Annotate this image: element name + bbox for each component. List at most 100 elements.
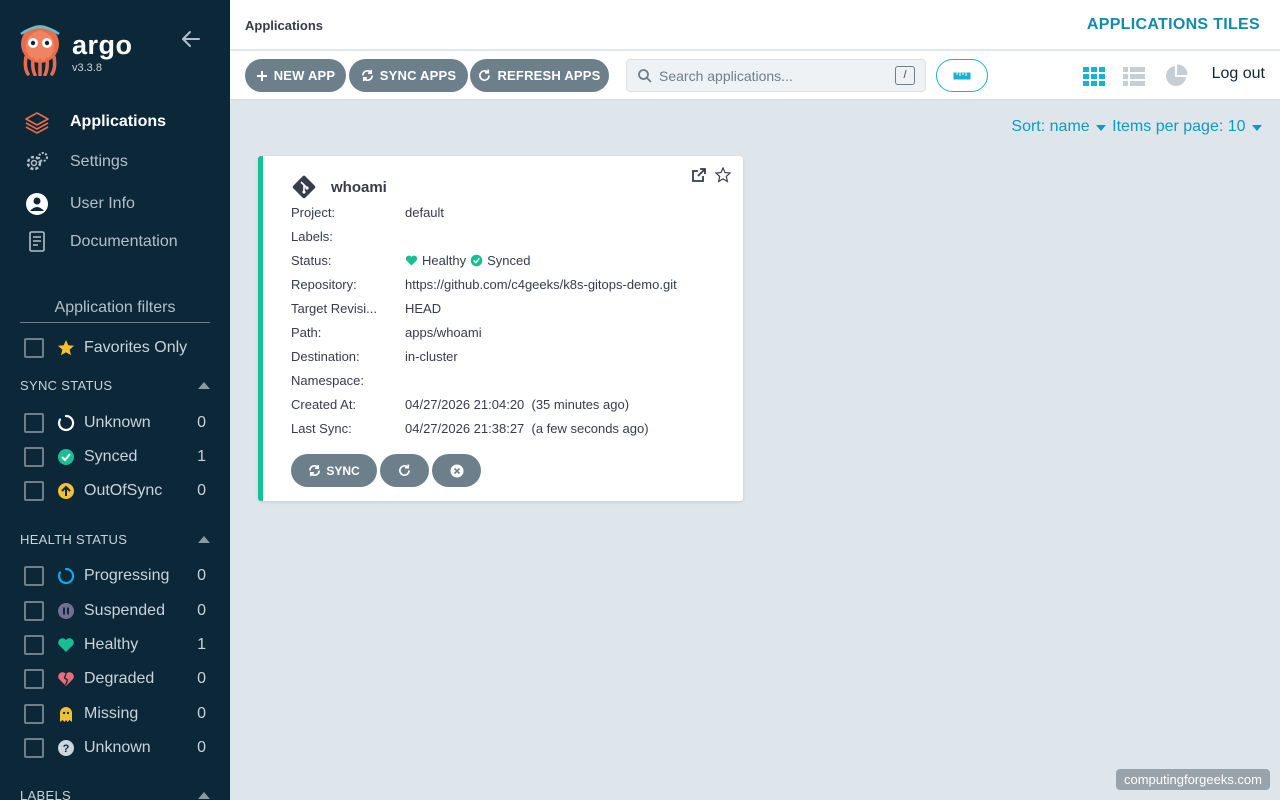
field-key: Target Revisi... <box>291 300 377 316</box>
checkbox[interactable] <box>24 566 44 586</box>
favorites-filter[interactable]: Favorites Only <box>24 337 187 359</box>
filter-toggle-button[interactable] <box>936 59 988 92</box>
filter-count: 0 <box>197 602 206 619</box>
field-key: Namespace: <box>291 372 364 388</box>
argo-logo-icon[interactable] <box>18 24 62 76</box>
app-sync-button[interactable]: SYNC <box>291 454 377 487</box>
checkbox[interactable] <box>24 704 44 724</box>
filter-label: OutOfSync <box>84 482 163 499</box>
field-value: apps/whoami <box>405 324 482 340</box>
heart-icon <box>405 255 418 266</box>
nav-settings[interactable]: Settings <box>24 150 128 174</box>
filter-health-suspended[interactable]: Suspended 0 <box>24 600 206 622</box>
sync-apps-label: SYNC APPS <box>379 68 457 83</box>
filter-label: Synced <box>84 448 138 465</box>
filter-label: Progressing <box>84 567 170 584</box>
filter-health-degraded[interactable]: Degraded 0 <box>24 668 206 690</box>
field-created-at: Created At: 04/27/2026 21:04:20 (35 minut… <box>291 396 629 412</box>
app-tile-actions <box>691 167 731 183</box>
search-icon <box>638 68 652 83</box>
search-input[interactable] <box>659 67 879 84</box>
sort-label: Sort: name <box>1011 118 1090 135</box>
filter-health-unknown[interactable]: ? Unknown 0 <box>24 737 206 759</box>
sync-icon <box>361 69 373 82</box>
filter-health-missing[interactable]: Missing 0 <box>24 703 206 725</box>
nav-label: Applications <box>70 113 167 130</box>
favorites-label: Favorites Only <box>84 339 188 356</box>
git-icon <box>292 175 316 199</box>
filter-sync-unknown[interactable]: Unknown 0 <box>24 412 206 434</box>
filter-health-progressing[interactable]: Progressing 0 <box>24 565 206 587</box>
field-key: Path: <box>291 324 322 340</box>
nav-documentation[interactable]: Documentation <box>24 230 178 254</box>
new-app-button[interactable]: NEW APP <box>245 59 346 92</box>
sync-status: Synced <box>487 252 531 268</box>
sync-apps-button[interactable]: SYNC APPS <box>349 59 468 92</box>
filter-count: 0 <box>197 414 206 431</box>
checkbox[interactable] <box>24 635 44 655</box>
external-link-icon[interactable] <box>691 167 707 183</box>
breadcrumb[interactable]: Applications <box>245 18 323 33</box>
sync-status-title: SYNC STATUS <box>20 378 113 393</box>
field-target-revision: Target Revisi... HEAD <box>291 300 441 316</box>
pause-circle-icon <box>57 602 75 620</box>
star-outline-icon[interactable] <box>715 167 731 183</box>
logout-link[interactable]: Log out <box>1212 65 1265 83</box>
list-view-icon[interactable] <box>1122 64 1146 88</box>
app-refresh-button[interactable] <box>380 454 429 487</box>
caret-up-icon[interactable] <box>198 792 210 799</box>
layers-icon <box>24 110 50 134</box>
filter-sync-synced[interactable]: Synced 1 <box>24 446 206 468</box>
checkbox[interactable] <box>24 447 44 467</box>
repository-link[interactable]: https://github.com/c4geeks/k8s-gitops-de… <box>405 277 677 292</box>
items-per-page-dropdown[interactable]: Items per page: 10 <box>1112 118 1264 136</box>
health-status-header[interactable]: HEALTH STATUS <box>20 532 210 547</box>
field-key: Last Sync: <box>291 420 352 436</box>
nav-applications[interactable]: Applications <box>24 110 166 134</box>
field-value: 04/27/2026 21:38:27 (a few seconds ago) <box>405 420 649 436</box>
field-destination: Destination: in-cluster <box>291 348 458 364</box>
checkbox[interactable] <box>24 669 44 689</box>
items-per-page-label: Items per page: 10 <box>1112 118 1246 135</box>
filter-label: Healthy <box>84 636 139 653</box>
app-name[interactable]: whoami <box>331 179 387 196</box>
caret-up-icon[interactable] <box>198 536 210 543</box>
sync-status-header[interactable]: SYNC STATUS <box>20 378 210 393</box>
nav-label: Settings <box>70 153 128 170</box>
ruler-icon <box>953 71 971 79</box>
checkbox[interactable] <box>24 601 44 621</box>
filter-count: 0 <box>197 567 206 584</box>
filter-health-healthy[interactable]: Healthy 1 <box>24 634 206 656</box>
search-box[interactable]: / <box>626 59 926 92</box>
checkbox[interactable] <box>24 413 44 433</box>
filter-count: 0 <box>197 670 206 687</box>
field-key: Repository: <box>291 276 357 292</box>
heart-icon <box>57 636 75 654</box>
nav-label: User Info <box>70 195 135 212</box>
version-label: v3.3.8 <box>72 62 102 74</box>
tiles-view-icon[interactable] <box>1082 64 1106 88</box>
pie-chart-view-icon[interactable] <box>1164 64 1188 88</box>
filter-count: 1 <box>197 636 206 653</box>
field-namespace: Namespace: <box>291 372 405 388</box>
app-delete-button[interactable] <box>432 454 481 487</box>
arrow-up-circle-icon <box>57 482 75 500</box>
filter-sync-outofsync[interactable]: OutOfSync 0 <box>24 480 206 502</box>
arrow-left-icon[interactable] <box>180 28 202 50</box>
toolbar: NEW APP SYNC APPS REFRESH APPS / Log out <box>230 51 1280 100</box>
nav-user-info[interactable]: User Info <box>24 192 135 216</box>
sidebar: argo v3.3.8 Applications Settings User I… <box>0 0 230 800</box>
health-status: Healthy <box>422 252 467 268</box>
app-tile[interactable]: whoami Project: default Labels: Status: H… <box>258 156 743 501</box>
favorites-checkbox[interactable] <box>24 338 44 358</box>
sort-dropdown[interactable]: Sort: name <box>1011 118 1108 136</box>
refresh-apps-button[interactable]: REFRESH APPS <box>470 59 609 92</box>
checkbox[interactable] <box>24 738 44 758</box>
checkbox[interactable] <box>24 481 44 501</box>
field-status: Status: Healthy Synced <box>291 252 530 268</box>
gears-icon <box>24 150 50 174</box>
labels-header[interactable]: LABELS <box>20 788 210 800</box>
caret-up-icon[interactable] <box>198 382 210 389</box>
plus-icon <box>256 70 267 81</box>
filter-label: Unknown <box>84 739 151 756</box>
